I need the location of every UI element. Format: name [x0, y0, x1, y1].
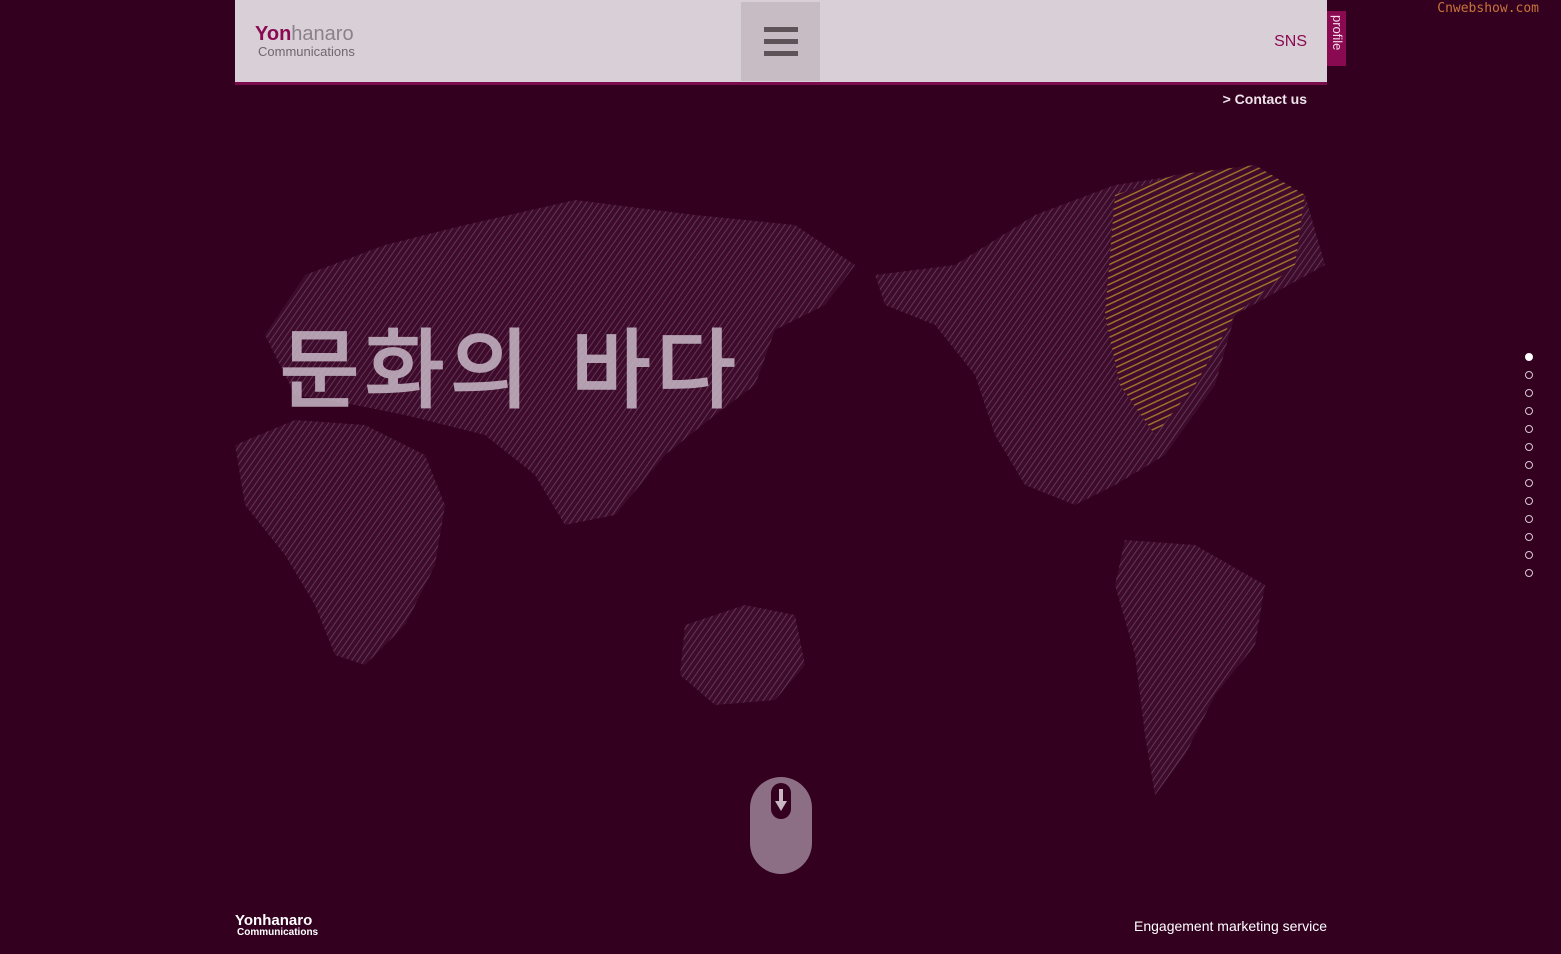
pager-dot[interactable]: [1525, 353, 1533, 361]
pager-dot[interactable]: [1525, 443, 1533, 451]
watermark: Cnwebshow.com: [1437, 1, 1539, 16]
footer-logo-subtitle: Communications: [237, 927, 319, 938]
logo-subtitle: Communications: [258, 44, 355, 59]
scroll-down-button[interactable]: [750, 777, 812, 874]
pager-dot[interactable]: [1525, 389, 1533, 397]
logo-wordmark: Yonhanaro: [255, 24, 355, 44]
profile-tab[interactable]: profile: [1327, 11, 1346, 66]
hero-heading: 문화의 바다: [280, 321, 742, 421]
continent-south-america: [1115, 540, 1265, 795]
pager-dot[interactable]: [1525, 425, 1533, 433]
profile-label: profile: [1330, 15, 1345, 51]
menu-button[interactable]: [741, 2, 820, 81]
page: Cnwebshow.com Yonhanaro Communications S…: [0, 0, 1561, 954]
continent-australia: [680, 605, 805, 705]
pager-dot[interactable]: [1525, 461, 1533, 469]
pager-dot[interactable]: [1525, 515, 1533, 523]
pager-dot[interactable]: [1525, 479, 1533, 487]
footer-logo-name: Yonhanaro: [235, 912, 313, 929]
pager-dot[interactable]: [1525, 371, 1533, 379]
continent-africa: [235, 420, 445, 665]
tagline: Engagement marketing service: [1134, 918, 1327, 934]
hamburger-menu-icon: [763, 26, 798, 57]
logo-yon: Yon: [255, 23, 292, 45]
header: Yonhanaro Communications SNS: [235, 0, 1327, 85]
pager-dot[interactable]: [1525, 569, 1533, 577]
arrow-down-icon: [775, 789, 787, 811]
pager-dot[interactable]: [1525, 533, 1533, 541]
sns-link[interactable]: SNS: [1274, 33, 1307, 51]
world-map: [235, 165, 1325, 795]
pager-dot[interactable]: [1525, 407, 1533, 415]
header-logo[interactable]: Yonhanaro Communications: [255, 24, 355, 58]
footer-logo: Yonhanaro Communications: [235, 913, 318, 938]
contact-us-link[interactable]: > Contact us: [1223, 91, 1307, 107]
section-pager: [1525, 353, 1535, 587]
logo-rest: hanaro: [291, 23, 354, 45]
pager-dot[interactable]: [1525, 497, 1533, 505]
scroll-mouse-icon: [771, 783, 791, 819]
pager-dot[interactable]: [1525, 551, 1533, 559]
